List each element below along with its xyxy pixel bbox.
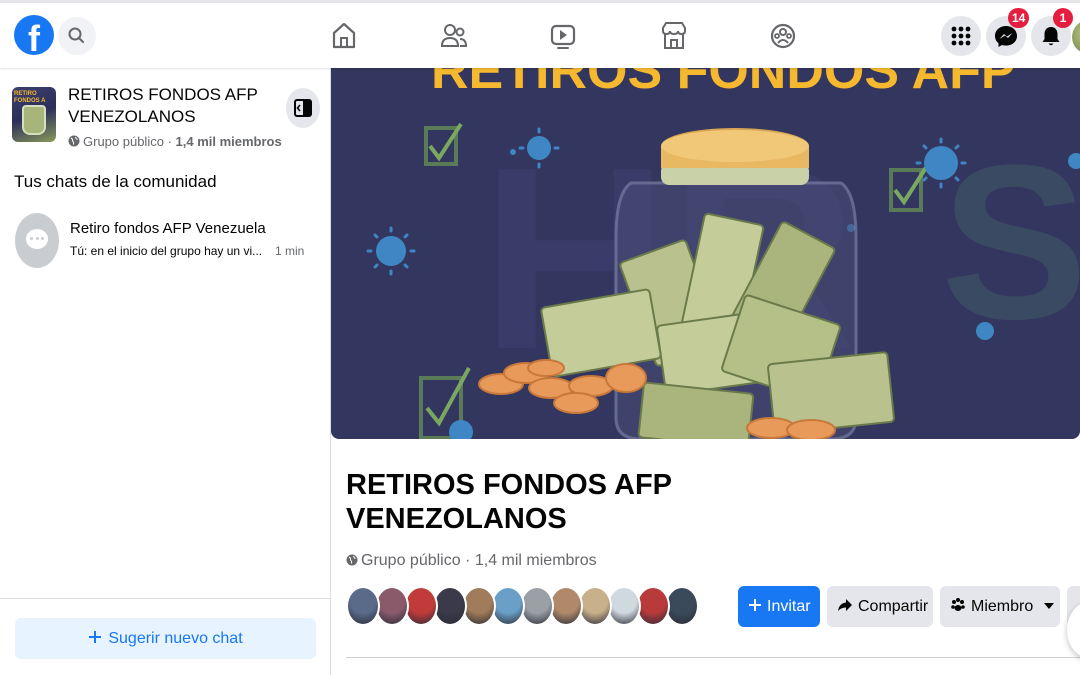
- sidebar-toggle-icon: [294, 99, 312, 117]
- member-avatar[interactable]: [462, 586, 496, 626]
- chat-avatar: [15, 213, 59, 268]
- messenger-button[interactable]: 14: [986, 8, 1030, 56]
- chat-list-item[interactable]: Retiro fondos AFP Venezuela Tú: en el in…: [8, 208, 324, 268]
- share-button[interactable]: Compartir: [827, 586, 933, 627]
- sidebar-group-privacy: Grupo público: [83, 134, 164, 149]
- collapse-sidebar-button[interactable]: [286, 88, 320, 128]
- member-avatar[interactable]: [549, 586, 583, 626]
- marketplace-icon: [662, 22, 686, 49]
- groups-icon: [770, 23, 796, 49]
- svg-text:S: S: [941, 119, 1080, 365]
- facebook-logo-letter: f: [28, 18, 40, 59]
- home-tab[interactable]: [329, 19, 359, 53]
- watch-tab[interactable]: [548, 19, 578, 53]
- invite-label: Invitar: [767, 598, 811, 615]
- group-main-content: HR S RETIROS FONDOS AFP: [331, 68, 1080, 675]
- cover-illustration: HR S RETIROS FONDOS AFP: [366, 68, 1080, 439]
- member-status-button[interactable]: Miembro: [940, 586, 1060, 627]
- menu-button[interactable]: [941, 16, 981, 56]
- search-icon: [68, 27, 84, 43]
- marketplace-tab[interactable]: [659, 19, 689, 53]
- community-chats-heading: Tus chats de la comunidad: [14, 172, 217, 191]
- member-avatars: [346, 586, 706, 626]
- chat-time: 1 min: [275, 244, 305, 258]
- member-avatar[interactable]: [491, 586, 525, 626]
- member-avatar[interactable]: [665, 586, 699, 626]
- chat-sidebar: RETIRO FONDOS A RETIROS FONDOS AFP VENEZ…: [0, 68, 331, 675]
- sidebar-group-members: 1,4 mil miembros: [175, 134, 282, 149]
- facebook-logo[interactable]: f: [14, 15, 54, 59]
- invite-button[interactable]: Invitar: [738, 586, 820, 627]
- member-avatar[interactable]: [404, 586, 438, 626]
- share-label: Compartir: [858, 598, 929, 615]
- account-avatar[interactable]: [1072, 20, 1080, 54]
- friends-tab[interactable]: [439, 19, 469, 53]
- group-thumbnail-title: RETIRO FONDOS A: [14, 91, 46, 104]
- member-avatar[interactable]: [520, 586, 554, 626]
- caret-down-icon: [1043, 603, 1054, 609]
- suggest-new-chat-label: Sugerir nuevo chat: [108, 630, 243, 647]
- group-member-count[interactable]: 1,4 mil miembros: [475, 552, 597, 569]
- notifications-button[interactable]: 1: [1031, 8, 1073, 56]
- home-icon: [332, 22, 356, 49]
- groups-tab[interactable]: [768, 19, 798, 53]
- plus-icon: [89, 631, 102, 643]
- member-avatar[interactable]: [346, 586, 380, 626]
- notifications-badge: 1: [1053, 8, 1073, 28]
- section-divider: [346, 657, 1080, 658]
- globe-icon: [68, 135, 80, 147]
- search-button[interactable]: [58, 17, 96, 55]
- globe-icon: [346, 554, 358, 566]
- member-avatar[interactable]: [607, 586, 641, 626]
- jar-thumbnail-graphic: [22, 105, 46, 135]
- sidebar-group-name[interactable]: RETIROS FONDOS AFP VENEZOLANOS: [68, 84, 268, 128]
- member-avatar[interactable]: [636, 586, 670, 626]
- member-label: Miembro: [971, 598, 1034, 615]
- sidebar-meta-separator: ·: [163, 134, 176, 149]
- grid-menu-icon: [951, 26, 971, 46]
- friends-icon: [440, 24, 468, 47]
- plus-icon: [749, 599, 761, 611]
- member-avatar[interactable]: [375, 586, 409, 626]
- member-avatar[interactable]: [433, 586, 467, 626]
- sidebar-footer: Sugerir nuevo chat: [0, 598, 330, 675]
- chat-bubble-icon: [26, 229, 48, 249]
- group-meta-separator: ·: [460, 552, 475, 569]
- cover-title-text: RETIROS FONDOS AFP: [431, 68, 1016, 100]
- member-avatar[interactable]: [578, 586, 612, 626]
- group-thumbnail[interactable]: RETIRO FONDOS A: [12, 87, 56, 142]
- group-cover-photo[interactable]: HR S RETIROS FONDOS AFP: [331, 68, 1080, 439]
- share-arrow-icon: [838, 599, 852, 611]
- chat-preview: Tú: en el inicio del grupo hay un vi...: [70, 244, 263, 258]
- top-navigation-bar: f 14 1: [0, 0, 1080, 68]
- chat-name: Retiro fondos AFP Venezuela: [70, 220, 266, 237]
- member-paw-icon: [951, 598, 965, 611]
- messenger-badge: 14: [1008, 8, 1030, 28]
- group-privacy[interactable]: Grupo público: [361, 552, 461, 569]
- video-icon: [550, 24, 576, 49]
- suggest-new-chat-button[interactable]: Sugerir nuevo chat: [15, 618, 316, 659]
- sidebar-group-meta: Grupo público · 1,4 mil miembros: [68, 134, 282, 149]
- group-title[interactable]: RETIROS FONDOS AFP VENEZOLANOS: [346, 468, 726, 536]
- group-meta: Grupo público · 1,4 mil miembros: [346, 552, 597, 570]
